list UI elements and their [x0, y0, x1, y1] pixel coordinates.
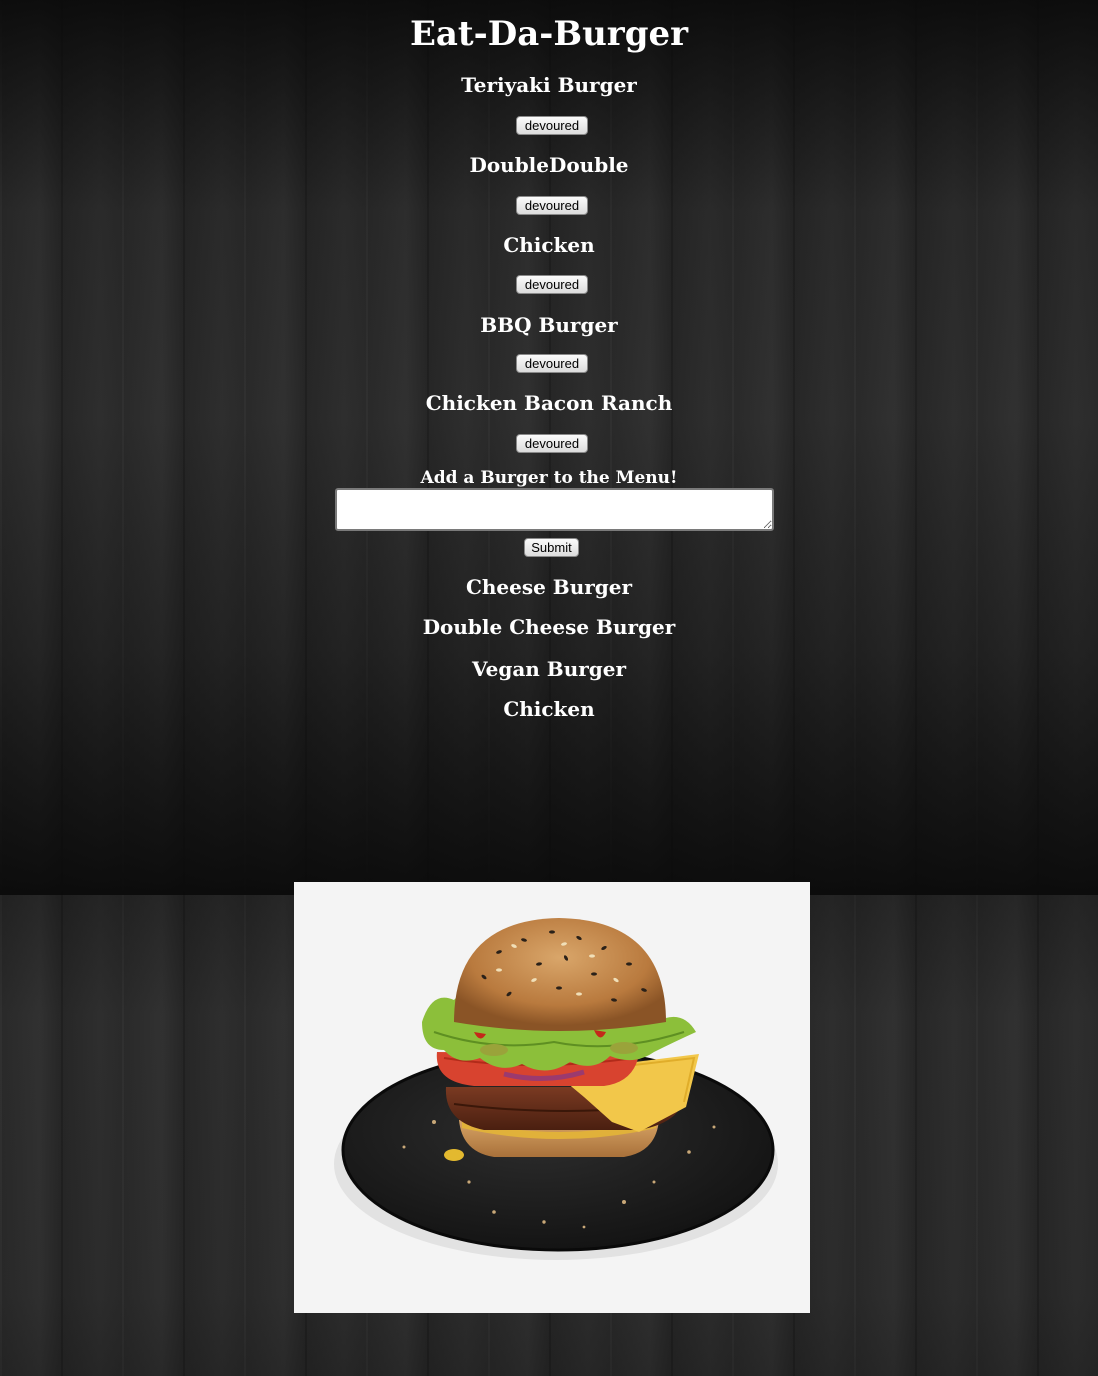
- devoured-button[interactable]: devoured: [516, 116, 588, 135]
- burger-image: [294, 882, 810, 1313]
- menu-burger-name: Teriyaki Burger: [461, 73, 637, 97]
- submit-button[interactable]: Submit: [524, 538, 579, 557]
- menu-burger-name: Chicken: [503, 233, 595, 257]
- menu-burger-name: Chicken Bacon Ranch: [425, 391, 673, 415]
- page-title: Eat-Da-Burger: [409, 14, 689, 54]
- menu-burger-name: BBQ Burger: [480, 313, 618, 337]
- burger-illustration: [334, 918, 778, 1260]
- devoured-button[interactable]: devoured: [516, 196, 588, 215]
- menu-burger-name: DoubleDouble: [469, 153, 629, 177]
- devoured-burger-name: Cheese Burger: [465, 575, 633, 599]
- devoured-button[interactable]: devoured: [516, 354, 588, 373]
- burger-name-textarea[interactable]: [335, 488, 774, 531]
- devoured-burger-name: Chicken: [503, 697, 595, 721]
- add-burger-label: Add a Burger to the Menu!: [420, 468, 678, 488]
- devoured-burger-name: Double Cheese Burger: [422, 615, 676, 639]
- devoured-burger-name: Vegan Burger: [471, 657, 627, 681]
- devoured-button[interactable]: devoured: [516, 434, 588, 453]
- devoured-button[interactable]: devoured: [516, 275, 588, 294]
